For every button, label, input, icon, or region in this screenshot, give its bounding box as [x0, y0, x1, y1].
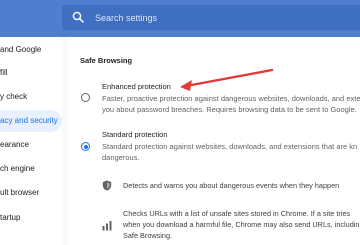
sidebar-item-you-and-google[interactable]: and Google — [0, 39, 41, 61]
sub-item-checks-urls-line1: Checks URLs with a list of unsafe sites … — [123, 209, 351, 218]
sidebar: and Google fill y check acy and security… — [0, 37, 62, 245]
radio-standard-protection[interactable] — [81, 142, 90, 151]
sub-item-detects-warns: Detects and warns you about dangerous ev… — [123, 181, 340, 190]
sidebar-item-safety-check[interactable]: y check — [0, 86, 27, 108]
shield-icon — [102, 180, 112, 191]
option-title-enhanced: Enhanced protection — [102, 82, 171, 91]
option-desc-standard-line1: Standard protection against websites, do… — [102, 142, 358, 151]
search-box[interactable] — [62, 5, 360, 30]
option-title-standard: Standard protection — [102, 130, 168, 139]
top-bar — [0, 0, 360, 37]
sidebar-item-default-browser[interactable]: ult browser — [0, 182, 39, 204]
search-icon — [72, 11, 84, 23]
sub-item-checks-urls-line2: when you download a harmful file, Chrome… — [123, 220, 360, 229]
sidebar-item-search-engine[interactable]: ch engine — [0, 158, 35, 180]
signal-bars-icon — [102, 221, 112, 231]
search-input[interactable] — [95, 9, 345, 26]
radio-enhanced-protection[interactable] — [81, 93, 90, 102]
sidebar-item-autofill[interactable]: fill — [0, 62, 8, 84]
sidebar-item-appearance[interactable]: earance — [0, 134, 29, 156]
option-desc-enhanced-line1: Faster, proactive protection against dan… — [102, 94, 360, 103]
option-desc-standard-line2: dangerous. — [102, 153, 140, 162]
sub-item-checks-urls-line3: Safe Browsing. — [123, 231, 173, 240]
sidebar-item-on-startup[interactable]: tartup — [0, 207, 20, 229]
option-desc-enhanced-line2: you about password breaches. Requires br… — [102, 105, 357, 114]
section-title-safe-browsing: Safe Browsing — [80, 56, 133, 65]
sidebar-item-privacy-and-security[interactable]: acy and security — [0, 110, 62, 132]
